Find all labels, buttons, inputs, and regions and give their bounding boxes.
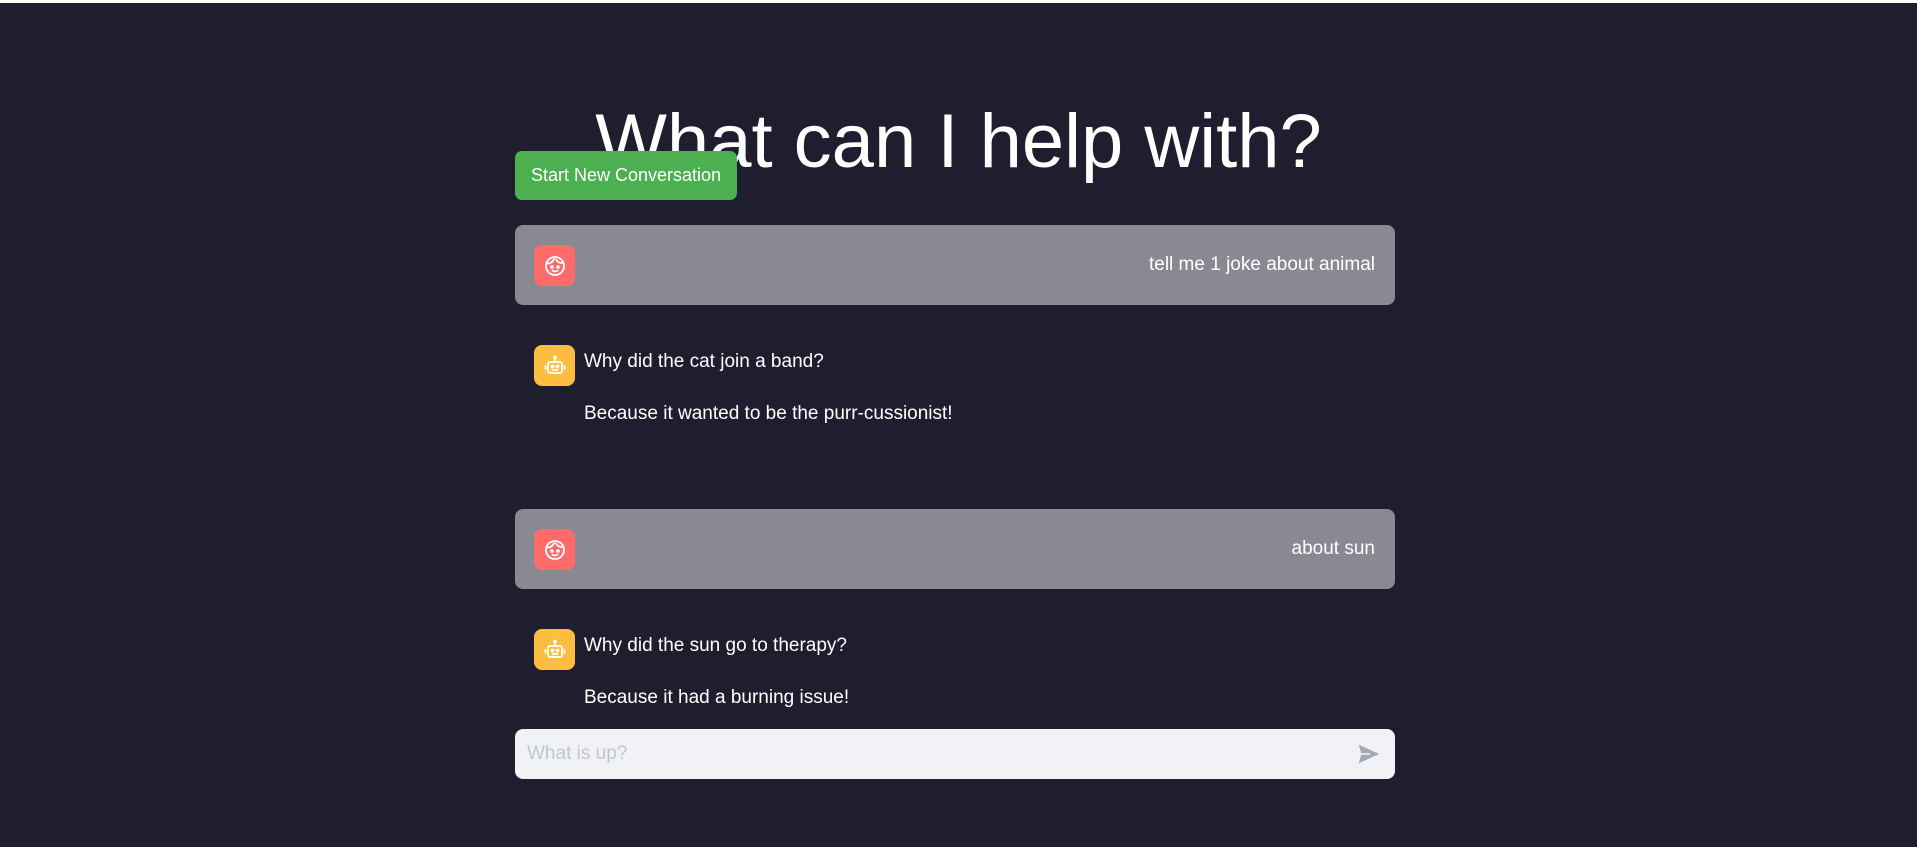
user-message: about sun: [515, 509, 1395, 589]
robot-icon: [544, 639, 565, 658]
assistant-message-line: Because it wanted to be the purr-cussion…: [584, 403, 953, 424]
send-button[interactable]: [1353, 738, 1385, 770]
user-avatar: [534, 245, 575, 286]
chat-container: Start New Conversation tell me 1 joke ab…: [515, 3, 1395, 847]
user-message-text: about sun: [1291, 538, 1375, 559]
chat-input[interactable]: [515, 729, 1335, 779]
assistant-message-line: Why did the cat join a band?: [584, 351, 824, 372]
chat-input-bar: [515, 729, 1395, 779]
user-message: tell me 1 joke about animal: [515, 225, 1395, 305]
user-face-icon: [544, 255, 565, 276]
robot-icon: [544, 355, 565, 374]
send-icon: [1358, 744, 1380, 764]
assistant-avatar: [534, 345, 575, 386]
user-face-icon: [544, 539, 565, 560]
assistant-avatar: [534, 629, 575, 670]
assistant-message-line: Because it had a burning issue!: [584, 687, 850, 708]
user-message-text: tell me 1 joke about animal: [1148, 254, 1375, 275]
assistant-message-line: Why did the sun go to therapy?: [584, 635, 847, 656]
start-new-conversation-button[interactable]: Start New Conversation: [515, 151, 738, 200]
user-avatar: [534, 529, 575, 570]
